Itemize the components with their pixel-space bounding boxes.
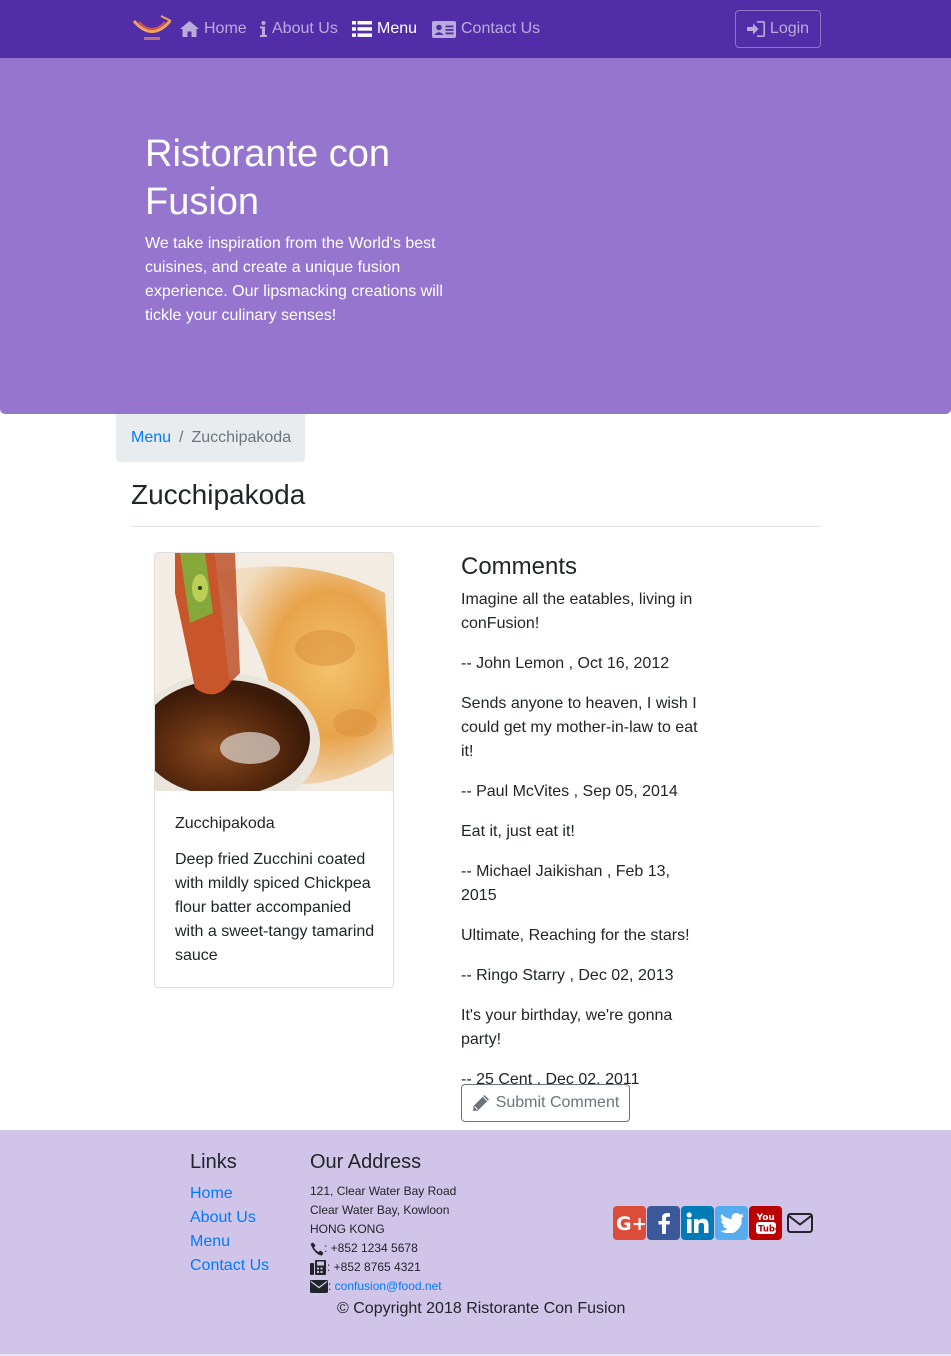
footer-link-about[interactable]: About Us [190,1209,256,1226]
footer-links: Home About Us Menu Contact Us [190,1182,269,1278]
comment-byline: -- John Lemon , Oct 16, 2012 [461,655,670,672]
nav-home-label: Home [204,20,247,37]
home-icon [180,21,199,37]
comment-item: Imagine all the eatables, living in conF… [461,588,706,676]
dish-name: Zucchipakoda [175,815,275,832]
breadcrumb-separator: / [179,429,184,446]
comment-text: Imagine all the eatables, living in conF… [461,591,693,632]
comment-item: It's your birthday, we're gonna party! -… [461,1004,706,1092]
nav-contact[interactable]: Contact Us [432,0,540,58]
svg-text:Tube: Tube [758,1225,777,1235]
fax-number: : +852 8765 4321 [327,1260,421,1274]
email-link[interactable]: confusion@food.net [335,1277,442,1296]
submit-comment-button[interactable]: Submit Comment [461,1084,630,1122]
breadcrumb: Menu / Zucchipakoda [116,414,305,462]
footer-link-item: Home [190,1182,269,1206]
copyright: © Copyright 2018 Ristorante Con Fusion [337,1300,626,1317]
dish-image [155,553,393,791]
address-line: HONG KONG [310,1222,385,1236]
footer-address: 121, Clear Water Bay Road Clear Water Ba… [310,1182,456,1296]
phone-row: : +852 1234 5678 [310,1239,456,1258]
breadcrumb-current: Zucchipakoda [191,429,292,446]
restaurant-tagline: We take inspiration from the World's bes… [145,235,443,324]
comment-byline: -- Michael Jaikishan , Feb 13, 2015 [461,863,670,904]
pencil-icon [472,1095,489,1111]
envelope-outline-icon [786,1213,813,1233]
address-line: Clear Water Bay, Kowloon [310,1203,450,1217]
email-button[interactable] [783,1206,816,1240]
list-icon [352,21,372,37]
footer-address-heading: Our Address [310,1151,422,1173]
title-divider [131,526,821,527]
comment-text: Sends anyone to heaven, I wish I could g… [461,695,698,760]
sign-in-icon [746,21,765,37]
comment-text: It's your birthday, we're gonna party! [461,1007,673,1048]
svg-text:You: You [755,1213,774,1223]
twitter-icon [719,1213,744,1233]
google-plus-icon: G+ [616,1213,645,1234]
restaurant-title: Ristorante con Fusion [145,133,391,223]
comment-item: Eat it, just eat it! -- Michael Jaikisha… [461,820,706,908]
comments-heading: Comments [461,553,578,580]
fax-icon [310,1260,326,1275]
footer-link-item: Menu [190,1230,269,1254]
jumbotron: Ristorante con Fusion We take inspiratio… [0,58,951,414]
address-card-icon [432,20,456,38]
login-button[interactable]: Login [735,10,821,48]
login-label: Login [769,20,810,37]
facebook-button[interactable] [647,1206,680,1240]
comment-item: Sends anyone to heaven, I wish I could g… [461,692,706,804]
comment-item: Ultimate, Reaching for the stars! -- Rin… [461,924,706,988]
nav-contact-label: Contact Us [461,20,541,37]
footer-link-menu[interactable]: Menu [190,1233,230,1250]
nav-about[interactable]: About Us [260,0,338,58]
footer-link-home[interactable]: Home [190,1185,233,1202]
svg-text:G+: G+ [616,1213,645,1234]
google-plus-button[interactable]: G+ [613,1206,646,1240]
page-title: Zucchipakoda [131,479,306,510]
address-line: 121, Clear Water Bay Road [310,1184,457,1198]
social-links: G+ You Tube [613,1206,816,1240]
nav-home[interactable]: Home [180,0,247,58]
comment-text: Ultimate, Reaching for the stars! [461,927,690,944]
brand-logo-icon[interactable] [131,12,173,44]
facebook-icon [658,1213,670,1234]
nav-menu[interactable]: Menu [352,0,417,58]
twitter-button[interactable] [715,1206,748,1240]
comments-list: Imagine all the eatables, living in conF… [461,588,706,1108]
envelope-icon [310,1280,328,1293]
breadcrumb-menu-link[interactable]: Menu [131,429,171,447]
linkedin-button[interactable] [681,1206,714,1240]
youtube-button[interactable]: You Tube [749,1206,782,1240]
email-row: : confusion@food.net [310,1277,456,1296]
footer-link-item: Contact Us [190,1254,269,1278]
phone-icon [310,1242,324,1255]
footer-link-contact[interactable]: Contact Us [190,1257,269,1274]
info-icon [260,21,267,37]
comment-byline: -- Paul McVites , Sep 05, 2014 [461,783,678,800]
comment-text: Eat it, just eat it! [461,823,575,840]
dish-description: Deep fried Zucchini coated with mildly s… [175,851,375,964]
youtube-icon: You Tube [755,1213,777,1235]
linkedin-icon [686,1212,708,1233]
footer-link-item: About Us [190,1206,269,1230]
navbar: Home About Us Menu Contact Us Login [0,0,951,58]
submit-comment-label: Submit Comment [495,1094,620,1111]
comment-byline: -- Ringo Starry , Dec 02, 2013 [461,967,674,984]
footer-links-heading: Links [190,1151,237,1173]
footer [0,1130,951,1356]
dish-card: Zucchipakoda Deep fried Zucchini coated … [154,552,394,988]
phone-number: : +852 1234 5678 [324,1241,418,1255]
email-separator: : [328,1279,335,1293]
nav-menu-label: Menu [377,20,418,37]
nav-about-label: About Us [272,20,338,37]
fax-row: : +852 8765 4321 [310,1258,456,1277]
